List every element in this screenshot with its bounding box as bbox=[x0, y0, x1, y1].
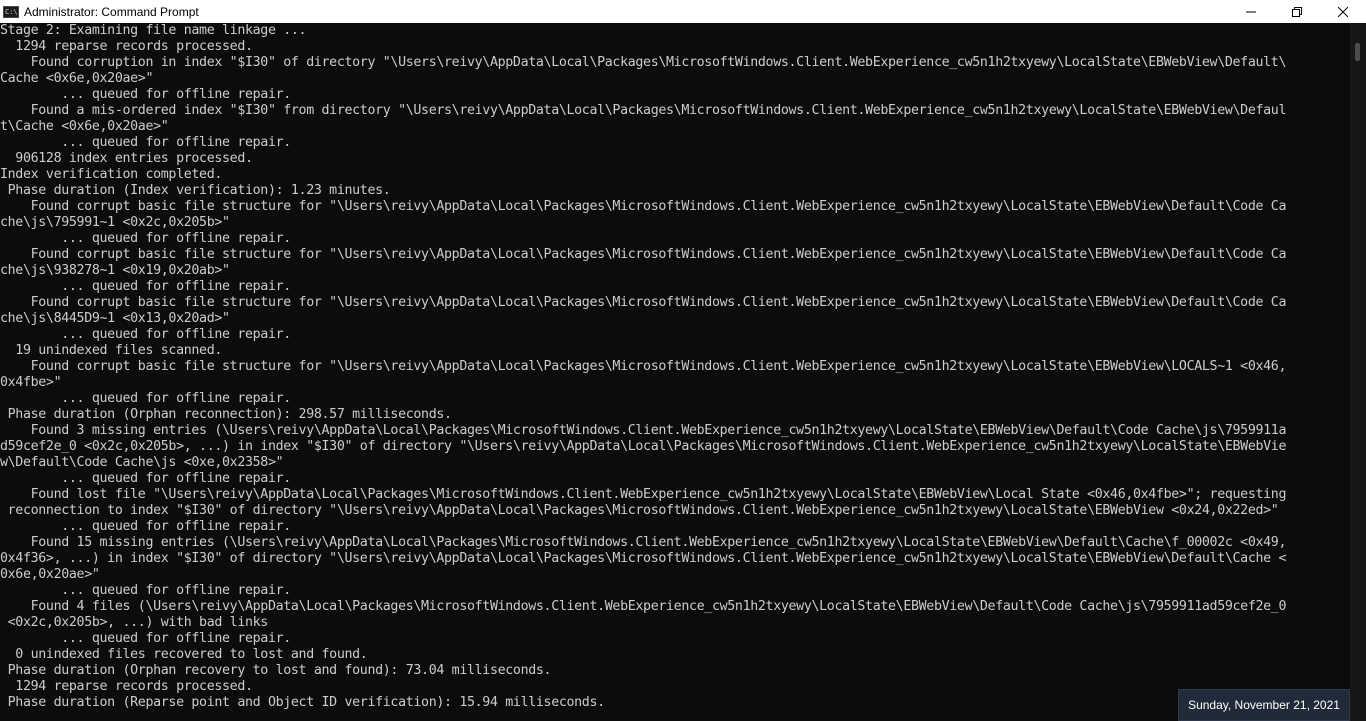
console-line: Phase duration (Orphan reconnection): 29… bbox=[0, 407, 452, 422]
console-line: Found corrupt basic file structure for "… bbox=[0, 247, 1287, 262]
close-button[interactable] bbox=[1320, 0, 1366, 23]
console-line: Found 15 missing entries (\Users\reivy\A… bbox=[0, 535, 1287, 550]
console-output[interactable]: Stage 2: Examining file name linkage ...… bbox=[0, 23, 1350, 721]
minimize-button[interactable] bbox=[1228, 0, 1274, 23]
console-line: ... queued for offline repair. bbox=[0, 631, 291, 646]
taskbar-date[interactable]: Sunday, November 21, 2021 bbox=[1178, 689, 1350, 721]
console-line: w\Default\Code Cache\js <0xe,0x2358>" bbox=[0, 455, 284, 470]
console-line: ... queued for offline repair. bbox=[0, 279, 291, 294]
console-line: 1294 reparse records processed. bbox=[0, 39, 253, 54]
console-line: t\Cache <0x6e,0x20ae>" bbox=[0, 119, 169, 134]
console-line: che\js\795991~1 <0x2c,0x205b>" bbox=[0, 215, 230, 230]
taskbar-date-text: Sunday, November 21, 2021 bbox=[1188, 698, 1340, 712]
console-line: Found lost file "\Users\reivy\AppData\Lo… bbox=[0, 487, 1287, 502]
maximize-button[interactable] bbox=[1274, 0, 1320, 23]
scrollbar-thumb[interactable] bbox=[1355, 43, 1360, 61]
console-line: Found corrupt basic file structure for "… bbox=[0, 199, 1287, 214]
console-line: reconnection to index "$I30" of director… bbox=[0, 503, 1279, 518]
console-line: ... queued for offline repair. bbox=[0, 391, 291, 406]
console-line: Found corrupt basic file structure for "… bbox=[0, 295, 1287, 310]
console-line: Phase duration (Reparse point and Object… bbox=[0, 695, 605, 710]
console-line: Phase duration (Index verification): 1.2… bbox=[0, 183, 391, 198]
console-line: 0x4f36>, ...) in index "$I30" of directo… bbox=[0, 551, 1287, 566]
console-line: ... queued for offline repair. bbox=[0, 583, 291, 598]
console-line: Found 3 missing entries (\Users\reivy\Ap… bbox=[0, 423, 1287, 438]
console-line: <0x2c,0x205b>, ...) with bad links bbox=[0, 615, 269, 630]
console-line: ... queued for offline repair. bbox=[0, 87, 291, 102]
title-bar[interactable]: C:\ Administrator: Command Prompt bbox=[0, 0, 1366, 23]
console-line: ... queued for offline repair. bbox=[0, 519, 291, 534]
console-line: che\js\938278~1 <0x19,0x20ab>" bbox=[0, 263, 230, 278]
console-line: 906128 index entries processed. bbox=[0, 151, 253, 166]
command-prompt-window: C:\ Administrator: Command Prompt Stage … bbox=[0, 0, 1366, 721]
console-line: 0x6e,0x20ae>" bbox=[0, 567, 100, 582]
console-line: d59cef2e_0 <0x2c,0x205b>, ...) in index … bbox=[0, 439, 1287, 454]
minimize-icon bbox=[1246, 11, 1256, 12]
console-line: Cache <0x6e,0x20ae>" bbox=[0, 71, 154, 86]
console-line: 19 unindexed files scanned. bbox=[0, 343, 223, 358]
maximize-icon bbox=[1292, 6, 1302, 17]
console-line: Stage 2: Examining file name linkage ... bbox=[0, 23, 307, 38]
vertical-scrollbar[interactable] bbox=[1350, 23, 1366, 721]
window-title: Administrator: Command Prompt bbox=[24, 4, 199, 19]
console-line: 1294 reparse records processed. bbox=[0, 679, 253, 694]
console-line: ... queued for offline repair. bbox=[0, 327, 291, 342]
console-line: ... queued for offline repair. bbox=[0, 135, 291, 150]
console-line: Phase duration (Orphan recovery to lost … bbox=[0, 663, 552, 678]
console-line: 0x4fbe>" bbox=[0, 375, 62, 390]
console-line: Index verification completed. bbox=[0, 167, 223, 182]
console-line: Found a mis-ordered index "$I30" from di… bbox=[0, 103, 1287, 118]
cmd-icon[interactable]: C:\ bbox=[3, 5, 19, 18]
console-line: ... queued for offline repair. bbox=[0, 471, 291, 486]
console-line: Found corruption in index "$I30" of dire… bbox=[0, 55, 1287, 70]
console-line: Found corrupt basic file structure for "… bbox=[0, 359, 1287, 374]
close-icon bbox=[1338, 6, 1348, 17]
console-line: 0 unindexed files recovered to lost and … bbox=[0, 647, 368, 662]
console-line: Found 4 files (\Users\reivy\AppData\Loca… bbox=[0, 599, 1287, 614]
cmd-icon-glyph: C:\ bbox=[5, 7, 18, 16]
console-line: ... queued for offline repair. bbox=[0, 231, 291, 246]
console-line: che\js\8445D9~1 <0x13,0x20ad>" bbox=[0, 311, 230, 326]
